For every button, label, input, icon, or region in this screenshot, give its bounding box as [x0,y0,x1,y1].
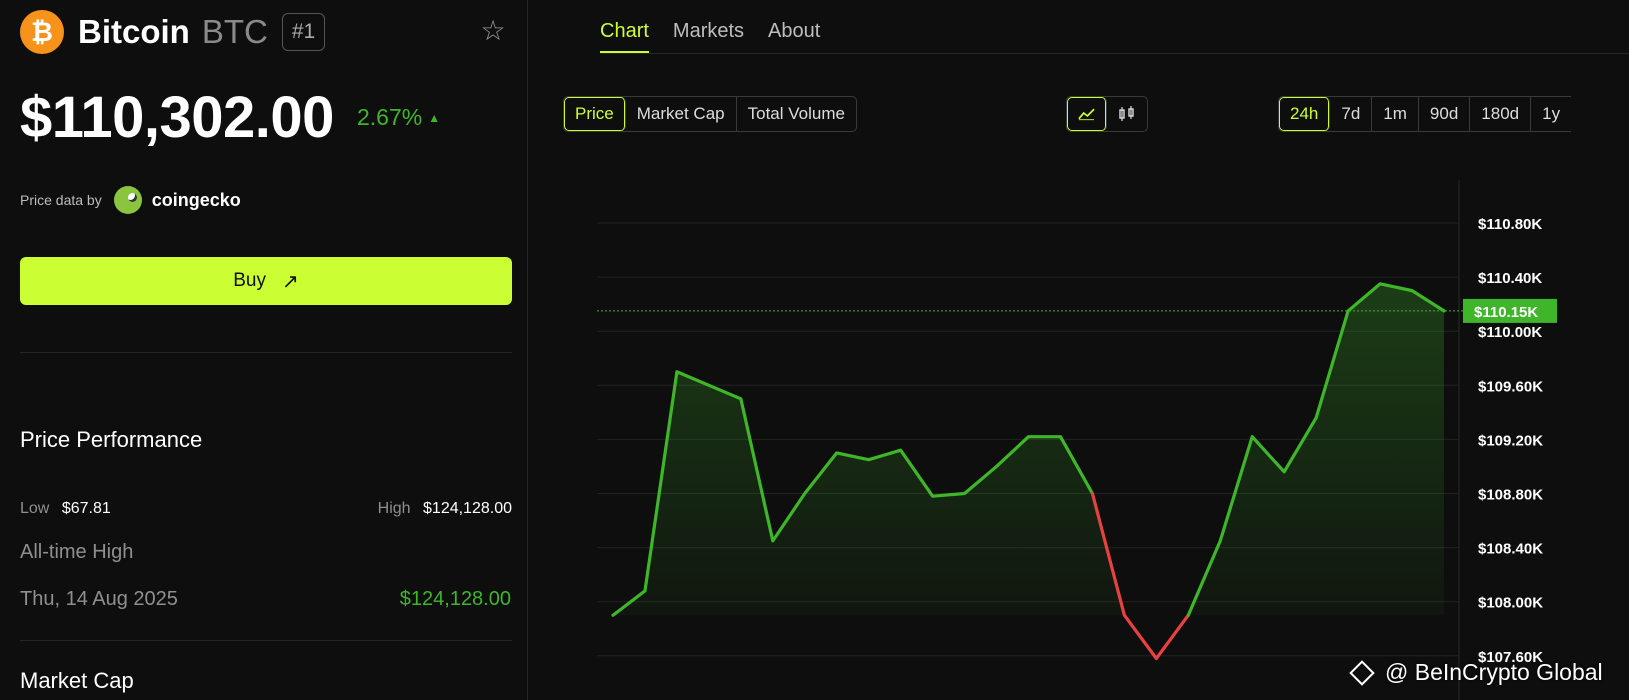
tab-about[interactable]: About [768,20,820,53]
y-tick-label: $110.00K [1478,324,1542,341]
candlestick-icon[interactable] [1107,97,1147,131]
line-chart-icon[interactable] [1067,97,1107,131]
buy-button[interactable]: Buy ↗ [20,257,512,305]
bitcoin-logo-icon: ₿ [20,10,64,54]
y-tick-label: $108.00K [1478,595,1543,612]
buy-label: Buy [233,270,266,291]
metric-market-cap-button[interactable]: Market Cap [626,97,737,131]
range-24h-button[interactable]: 24h [1279,97,1331,131]
high-value: $124,128.00 [423,500,512,517]
range-1y-button[interactable]: 1y [1531,97,1571,131]
y-tick-label: $109.20K [1478,432,1543,449]
high-label: High [377,500,411,517]
y-tick-label: $108.40K [1478,541,1543,558]
watermark: @ BeInCrypto Global [1349,659,1603,686]
price-data-provider[interactable]: coingecko [152,190,241,211]
rank-badge: #1 [281,13,326,51]
tabs-underline [600,53,1629,54]
price-area [613,283,1444,616]
price-data-attribution: Price data by coingecko [20,186,241,214]
price-performance-title: Price Performance [20,427,203,452]
ath-date: Thu, 14 Aug 2025 [20,588,178,610]
low-label: Low [20,500,50,517]
range-7d-button[interactable]: 7d [1330,97,1373,131]
y-tick-label: $109.60K [1478,378,1543,395]
price-change: 2.67% ▲ [357,104,440,131]
divider [20,640,512,641]
metric-price-button[interactable]: Price [564,97,626,131]
price-chart[interactable]: $110.80K $110.40K $110.00K $109.60K $109.20K… [529,180,1629,700]
ath-label: All-time High [20,541,134,563]
coin-symbol: BTC [201,13,268,50]
y-tick-label: $110.80K [1478,216,1542,233]
price-data-label: Price data by [20,192,102,208]
coingecko-logo-icon [113,186,142,214]
coin-info-panel: ₿ Bitcoin BTC #1 ☆ $110,302.00 2.67% ▲ Pr… [0,0,528,700]
y-tick-label: $108.80K [1478,487,1543,504]
coin-name: Bitcoin [78,13,190,50]
y-tick-label: $110.40K [1478,270,1542,287]
range-1m-button[interactable]: 1m [1372,97,1419,131]
up-arrow-icon: ▲ [428,111,441,125]
chart-tabs: Chart Markets About [600,20,820,53]
binance-logo-icon [1349,659,1375,686]
current-price: $110,302.00 [20,85,334,150]
star-outline-icon[interactable]: ☆ [478,16,508,46]
ath-value: $124,128.00 [399,588,511,610]
watermark-text: @ BeInCrypto Global [1385,659,1603,685]
tab-chart[interactable]: Chart [600,20,649,53]
tab-markets[interactable]: Markets [673,20,744,53]
divider [20,352,512,353]
range-90d-button[interactable]: 90d [1419,97,1471,131]
price-change-value: 2.67% [357,104,423,130]
metric-toggle: Price Market Cap Total Volume [563,96,857,132]
low-high-row: Low $67.81 High $124,128.00 [20,500,512,524]
range-180d-button[interactable]: 180d [1470,97,1532,131]
time-range-toggle: 24h 7d 1m 90d 180d 1y [1278,96,1572,132]
arrow-up-right-icon: ↗ [281,270,299,293]
market-cap-title: Market Cap [20,668,134,693]
coin-header: ₿ Bitcoin BTC #1 [20,10,326,54]
chart-style-toggle [1066,96,1148,132]
current-price-label: $110.15K [1474,304,1538,321]
metric-total-volume-button[interactable]: Total Volume [737,97,856,131]
low-value: $67.81 [61,500,111,517]
